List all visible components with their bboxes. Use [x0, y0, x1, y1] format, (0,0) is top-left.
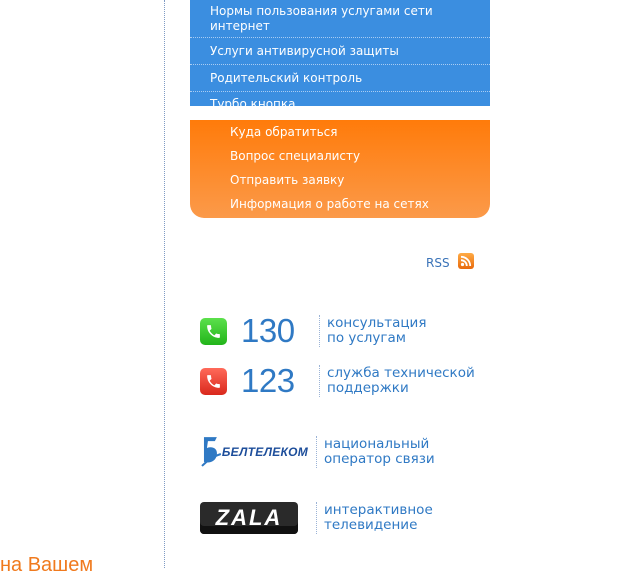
- menu-item-parental-control[interactable]: Родительский контроль: [190, 65, 490, 92]
- partner-desc-line: оператор связи: [324, 451, 435, 467]
- partner-description: интерактивное телевидение: [316, 502, 433, 534]
- phone-desc-line: поддержки: [327, 380, 409, 396]
- partner-desc-line: интерактивное: [324, 502, 433, 518]
- phone-icon: [200, 367, 227, 395]
- phone-icon: [200, 317, 227, 345]
- phone-desc-line: служба технической: [327, 365, 475, 381]
- partner-desc-line: телевидение: [324, 517, 418, 533]
- menu-item-label: Родительский контроль: [210, 70, 363, 85]
- orange-support-menu: Куда обратиться Вопрос специалисту Отпра…: [190, 120, 490, 218]
- zala-logo-badge: ZALA: [200, 502, 298, 534]
- beltelecom-logo[interactable]: БЕЛТЕЛЕКОМ: [200, 434, 308, 470]
- menu-item-contacts[interactable]: Куда обратиться: [190, 122, 490, 146]
- vertical-divider: [164, 0, 165, 568]
- menu-item-label: Услуги антивирусной защиты: [210, 43, 399, 58]
- menu-item-send-request[interactable]: Отправить заявку: [190, 170, 490, 194]
- rss-icon[interactable]: [457, 253, 474, 269]
- blue-service-menu: Нормы пользования услугами сети интернет…: [190, 0, 490, 106]
- beltelecom-logo-text: БЕЛТЕЛЕКОМ: [221, 445, 308, 459]
- menu-item-ask-specialist[interactable]: Вопрос специалисту: [190, 146, 490, 170]
- menu-item-network-info[interactable]: Информация о работе на сетях: [190, 194, 490, 218]
- phone-number[interactable]: 130: [241, 312, 319, 350]
- partner-beltelecom: БЕЛТЕЛЕКОМ национальный оператор связи: [200, 434, 435, 470]
- phone-desc-line: по услугам: [327, 330, 406, 346]
- phone-desc-line: консультация: [327, 315, 427, 331]
- phone-description: консультация по услугам: [319, 315, 426, 347]
- partner-description: национальный оператор связи: [316, 436, 435, 468]
- phone-row-consultation: 130 консультация по услугам: [200, 312, 426, 350]
- zala-logo[interactable]: ZALA: [200, 502, 308, 534]
- menu-item-internet-rules[interactable]: Нормы пользования услугами сети интернет: [190, 0, 490, 38]
- beltelecom-emblem-icon: [201, 437, 222, 467]
- partner-desc-line: национальный: [324, 436, 430, 452]
- partner-zala: ZALA интерактивное телевидение: [200, 502, 433, 534]
- rss-label: RSS: [426, 256, 450, 270]
- menu-item-turbo-button[interactable]: Турбо кнопка: [190, 92, 490, 106]
- rss-link[interactable]: RSS: [426, 252, 474, 270]
- menu-item-label: Нормы пользования услугами сети интернет: [210, 3, 433, 33]
- menu-item-antivirus[interactable]: Услуги антивирусной защиты: [190, 38, 490, 65]
- phone-number[interactable]: 123: [241, 362, 319, 400]
- menu-item-label: Турбо кнопка: [210, 97, 296, 106]
- left-column-link[interactable]: ь на Вашем: [0, 554, 93, 577]
- phone-description: служба технической поддержки: [319, 365, 475, 397]
- zala-logo-text: ZALA: [215, 505, 283, 530]
- phone-row-support: 123 служба технической поддержки: [200, 362, 475, 400]
